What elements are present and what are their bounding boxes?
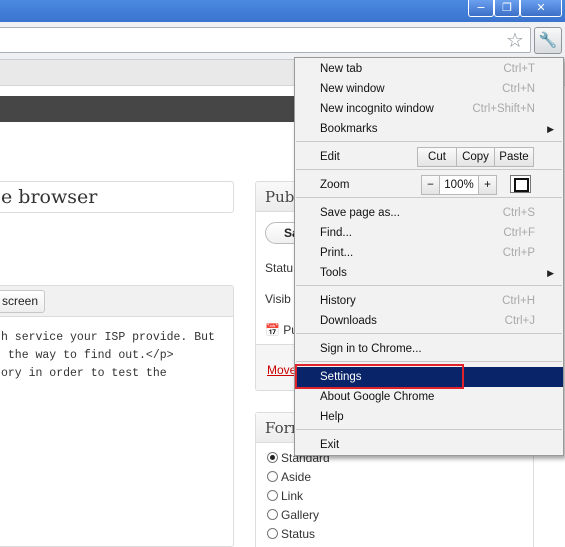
window-title-bar: − ❐ ✕ xyxy=(0,0,565,22)
chrome-menu: New tab Ctrl+T New window Ctrl+N New incog… xyxy=(294,57,564,456)
menu-separator xyxy=(296,285,562,286)
post-title-input[interactable]: e browser xyxy=(0,181,234,213)
editor-text-area[interactable]: h service your ISP provide. But the way … xyxy=(0,317,233,383)
editor-line: the way to find out.</p> xyxy=(1,349,174,362)
radio-icon[interactable] xyxy=(267,490,278,501)
editor-line: ory in order to test the xyxy=(1,367,167,380)
zoom-level: 100% xyxy=(439,175,479,195)
menu-item-new-incognito[interactable]: New incognito window Ctrl+Shift+N xyxy=(295,99,563,119)
menu-item-print[interactable]: Print... Ctrl+P xyxy=(295,243,563,263)
menu-item-save-page[interactable]: Save page as... Ctrl+S xyxy=(295,203,563,223)
move-to-trash-link[interactable]: Move xyxy=(267,363,296,377)
fullscreen-icon[interactable] xyxy=(510,175,531,193)
radio-icon[interactable] xyxy=(267,452,278,463)
minimize-icon[interactable]: − xyxy=(468,0,494,17)
calendar-icon: 📅 xyxy=(265,323,280,337)
menu-item-new-tab[interactable]: New tab Ctrl+T xyxy=(295,59,563,79)
address-bar[interactable] xyxy=(0,27,531,53)
visibility-label: Visib xyxy=(265,292,291,306)
zoom-out-button[interactable]: − xyxy=(421,175,440,195)
format-option-gallery[interactable]: Gallery xyxy=(267,508,319,522)
radio-icon[interactable] xyxy=(267,471,278,482)
bookmark-star-icon[interactable]: ☆ xyxy=(506,31,524,51)
wrench-icon[interactable]: 🔧 xyxy=(534,27,562,54)
menu-separator xyxy=(296,197,562,198)
menu-separator xyxy=(296,141,562,142)
menu-item-bookmarks[interactable]: Bookmarks ▶ xyxy=(295,119,563,139)
editor-toolbar: screen xyxy=(0,286,233,317)
post-editor: screen h service your ISP provide. But t… xyxy=(0,285,234,547)
radio-icon[interactable] xyxy=(267,528,278,539)
cut-button[interactable]: Cut xyxy=(417,147,457,167)
menu-item-new-window[interactable]: New window Ctrl+N xyxy=(295,79,563,99)
menu-separator xyxy=(296,361,562,362)
format-option-link[interactable]: Link xyxy=(267,489,303,503)
menu-item-history[interactable]: History Ctrl+H xyxy=(295,291,563,311)
menu-item-help[interactable]: Help xyxy=(295,407,563,427)
editor-line: h service your ISP provide. But xyxy=(1,331,215,344)
format-option-status[interactable]: Status xyxy=(267,527,315,541)
menu-item-exit[interactable]: Exit xyxy=(295,435,563,455)
radio-icon[interactable] xyxy=(267,509,278,520)
settings-highlight-frame xyxy=(295,364,464,389)
menu-item-about[interactable]: About Google Chrome xyxy=(295,387,563,407)
browser-toolbar xyxy=(0,22,565,60)
menu-item-tools[interactable]: Tools ▶ xyxy=(295,263,563,283)
menu-separator xyxy=(296,169,562,170)
submenu-arrow-icon: ▶ xyxy=(547,268,554,278)
status-label: Statu xyxy=(265,261,294,275)
copy-button[interactable]: Copy xyxy=(456,147,495,167)
fullscreen-button[interactable]: screen xyxy=(0,290,46,313)
close-icon[interactable]: ✕ xyxy=(520,0,562,17)
paste-button[interactable]: Paste xyxy=(494,147,534,167)
menu-separator xyxy=(296,333,562,334)
restore-icon[interactable]: ❐ xyxy=(494,0,520,17)
zoom-in-button[interactable]: + xyxy=(478,175,497,195)
format-option-aside[interactable]: Aside xyxy=(267,470,311,484)
menu-item-find[interactable]: Find... Ctrl+F xyxy=(295,223,563,243)
menu-item-sign-in[interactable]: Sign in to Chrome... xyxy=(295,339,563,359)
admin-bar xyxy=(0,96,300,122)
submenu-arrow-icon: ▶ xyxy=(547,124,554,134)
menu-separator xyxy=(296,429,562,430)
menu-item-downloads[interactable]: Downloads Ctrl+J xyxy=(295,311,563,331)
